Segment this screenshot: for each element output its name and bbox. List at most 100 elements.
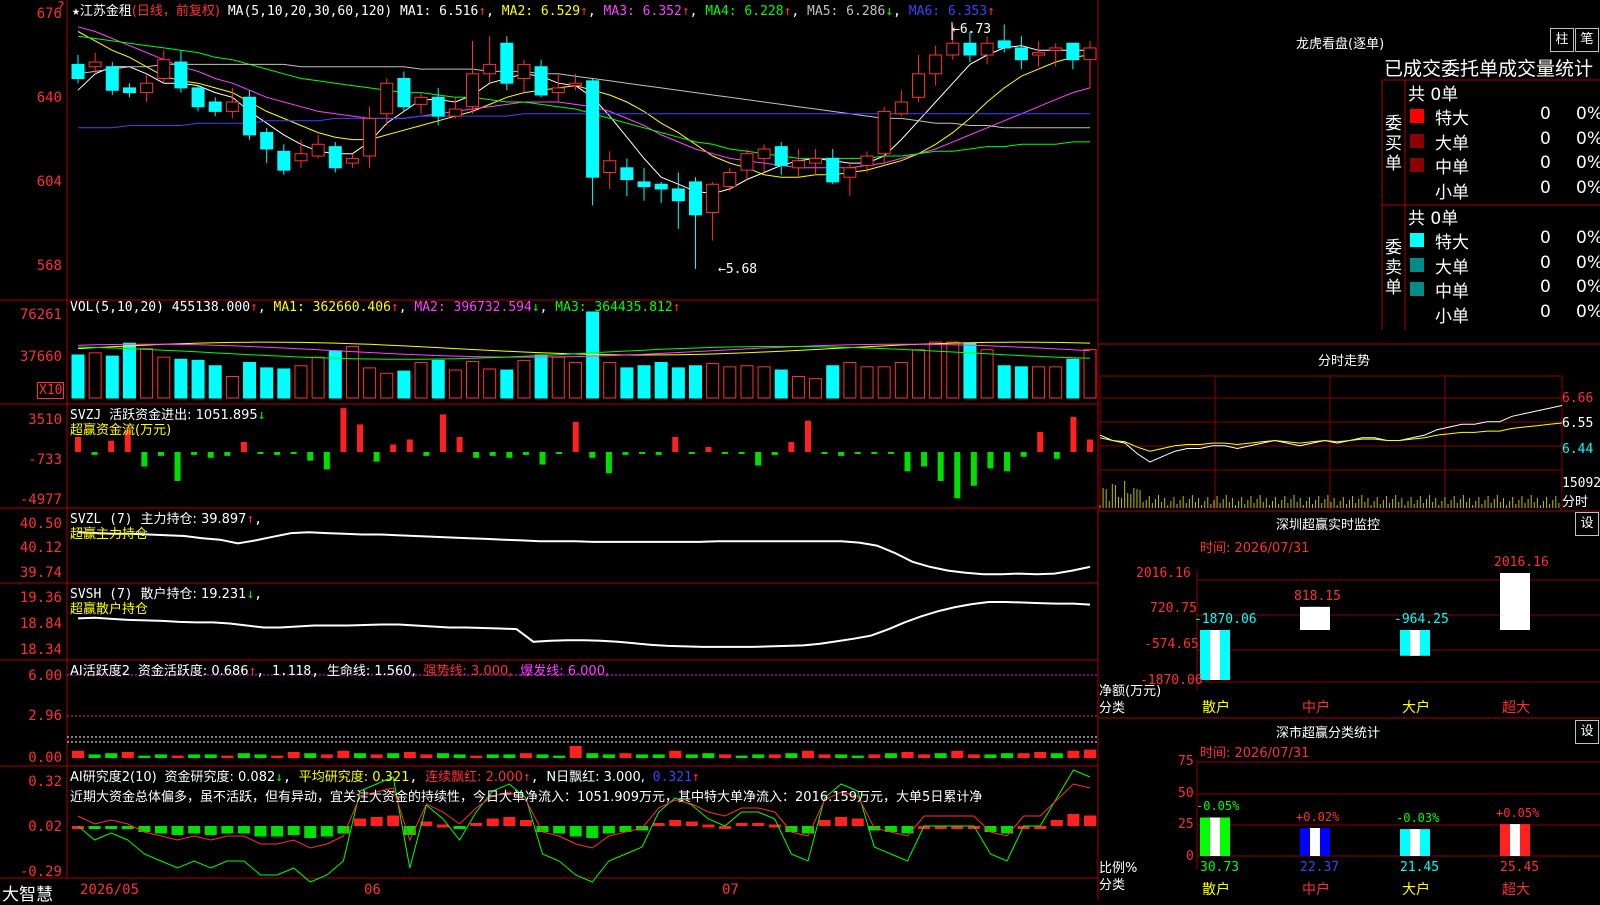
activity-bar: [320, 754, 333, 758]
volume-bar: [980, 349, 994, 399]
star-icon[interactable]: ★: [72, 4, 80, 19]
sell-row-label-0: 特大: [1435, 233, 1469, 253]
volume-bar: [88, 352, 102, 399]
fenshi-axis-bot: 6.44: [1562, 442, 1594, 457]
fund-flow-bar: [191, 452, 198, 455]
candle-body: [637, 181, 651, 188]
fund-flow-bar: [921, 452, 928, 467]
fund-flow-bar: [522, 452, 529, 455]
activity-bar: [420, 754, 433, 758]
research-bar: [105, 826, 118, 829]
sz-bar-highlight: [1410, 630, 1420, 656]
ss-bar-highlight: [1510, 824, 1520, 856]
activity-bar: [1034, 752, 1047, 758]
ma-arrow-6: ↑: [987, 4, 995, 19]
volume-bar: [225, 376, 239, 399]
activity-bar: [818, 754, 831, 758]
svsh-title: 散户持仓: 19.231: [140, 587, 247, 602]
svzj-axis-mid: -733: [28, 452, 62, 468]
volume-bar: [723, 366, 737, 399]
ss-value-2: 21.45: [1400, 860, 1440, 875]
volume-bar: [826, 365, 840, 399]
fund-flow-bar: [274, 452, 281, 455]
fenshi-axis-top: 6.66: [1562, 391, 1594, 406]
ai1-e: 爆发线: 6.000,: [520, 664, 610, 679]
volume-bar: [466, 360, 480, 399]
activity-bar: [619, 753, 632, 758]
fund-flow-bar: [887, 452, 894, 454]
bar-mode-button[interactable]: 柱: [1550, 28, 1574, 52]
volume-bar: [243, 362, 257, 399]
ss-value-0: 30.73: [1200, 860, 1240, 875]
volume-bar: [414, 362, 428, 399]
fund-flow-bar: [439, 414, 446, 452]
fund-flow-bar: [141, 452, 148, 467]
activity-bar: [337, 750, 350, 758]
fund-flow-bar: [307, 452, 314, 461]
research-bar: [237, 826, 250, 834]
sell-row-label-2: 中单: [1435, 282, 1469, 302]
activity-bar: [785, 753, 798, 758]
sz-cat-label: 分类: [1099, 701, 1126, 716]
sell-row-pct-0: 0%: [1576, 228, 1600, 248]
candle-body: [723, 172, 737, 188]
fund-flow-bar: [655, 452, 662, 455]
activity-bar: [354, 753, 367, 758]
activity-bar: [752, 754, 765, 758]
candle-body: [997, 40, 1011, 49]
fund-flow-bar: [390, 444, 397, 452]
fenshi-title: 分时走势: [1318, 354, 1371, 369]
activity-bar: [602, 754, 615, 758]
ma-value-5: MA5: 6.286: [799, 4, 886, 19]
buy-row-pct-1: 0%: [1576, 128, 1600, 149]
vol-header: VOL(5,10,20) 455138.000↑, MA1: 362660.40…: [70, 300, 681, 315]
retail-position-line: [77, 601, 1091, 648]
candle-body: [174, 61, 188, 89]
candle-body: [105, 66, 119, 91]
candle-body: [1032, 52, 1046, 56]
fund-flow-bar: [489, 452, 496, 456]
sell-row-label-3: 小单: [1435, 306, 1469, 327]
volume-bar: [174, 358, 188, 399]
research-bar: [586, 826, 599, 838]
volume-bar: [654, 362, 668, 399]
fund-flow-bar: [871, 452, 878, 454]
candle-body: [1066, 42, 1080, 61]
volume-bar: [122, 342, 136, 399]
sz-value-2: -964.25: [1394, 612, 1449, 627]
vol-unit[interactable]: X10: [37, 382, 65, 399]
volume-bar: [105, 355, 119, 399]
ss-value-3: 25.45: [1500, 860, 1540, 875]
research-bar: [254, 826, 267, 837]
ss-settings-button[interactable]: 设: [1575, 720, 1599, 744]
price-axis-640: 640: [36, 90, 62, 106]
svzj-axis-top: 3510: [28, 412, 62, 428]
sell-row-pct-3: 0%: [1576, 301, 1600, 322]
volume-bar: [774, 369, 788, 399]
activity-bar: [403, 752, 416, 758]
vol-ma2: MA2: 396732.594: [414, 300, 532, 315]
buy-row-pct-3: 0%: [1576, 177, 1600, 198]
fenshi-price-line: [1099, 405, 1563, 463]
sz-bar-highlight: [1510, 573, 1520, 630]
sell-row-pct-2: 0%: [1576, 277, 1600, 297]
research-bar: [553, 826, 566, 834]
sz-settings-button[interactable]: 设: [1575, 512, 1599, 536]
research-bar: [685, 821, 698, 826]
candle-body: [706, 183, 720, 213]
research-bar: [984, 826, 997, 832]
sz-time: 时间: 2026/07/31: [1200, 541, 1310, 556]
volume-bar: [483, 368, 497, 399]
candle-body: [157, 59, 171, 79]
candle-body: [414, 96, 428, 105]
candle-body: [122, 87, 136, 94]
sz-cat-0: 散户: [1202, 700, 1230, 716]
tick-mode-button[interactable]: 笔: [1575, 28, 1599, 52]
buy-row-label-1: 大单: [1435, 133, 1469, 154]
ma-line-6: [78, 113, 1090, 129]
activity-bar: [669, 750, 682, 758]
candle-body: [380, 82, 394, 115]
main-chart: [0, 0, 1600, 900]
stock-name: 江苏金租: [79, 4, 132, 19]
activity-bar: [1001, 753, 1014, 758]
